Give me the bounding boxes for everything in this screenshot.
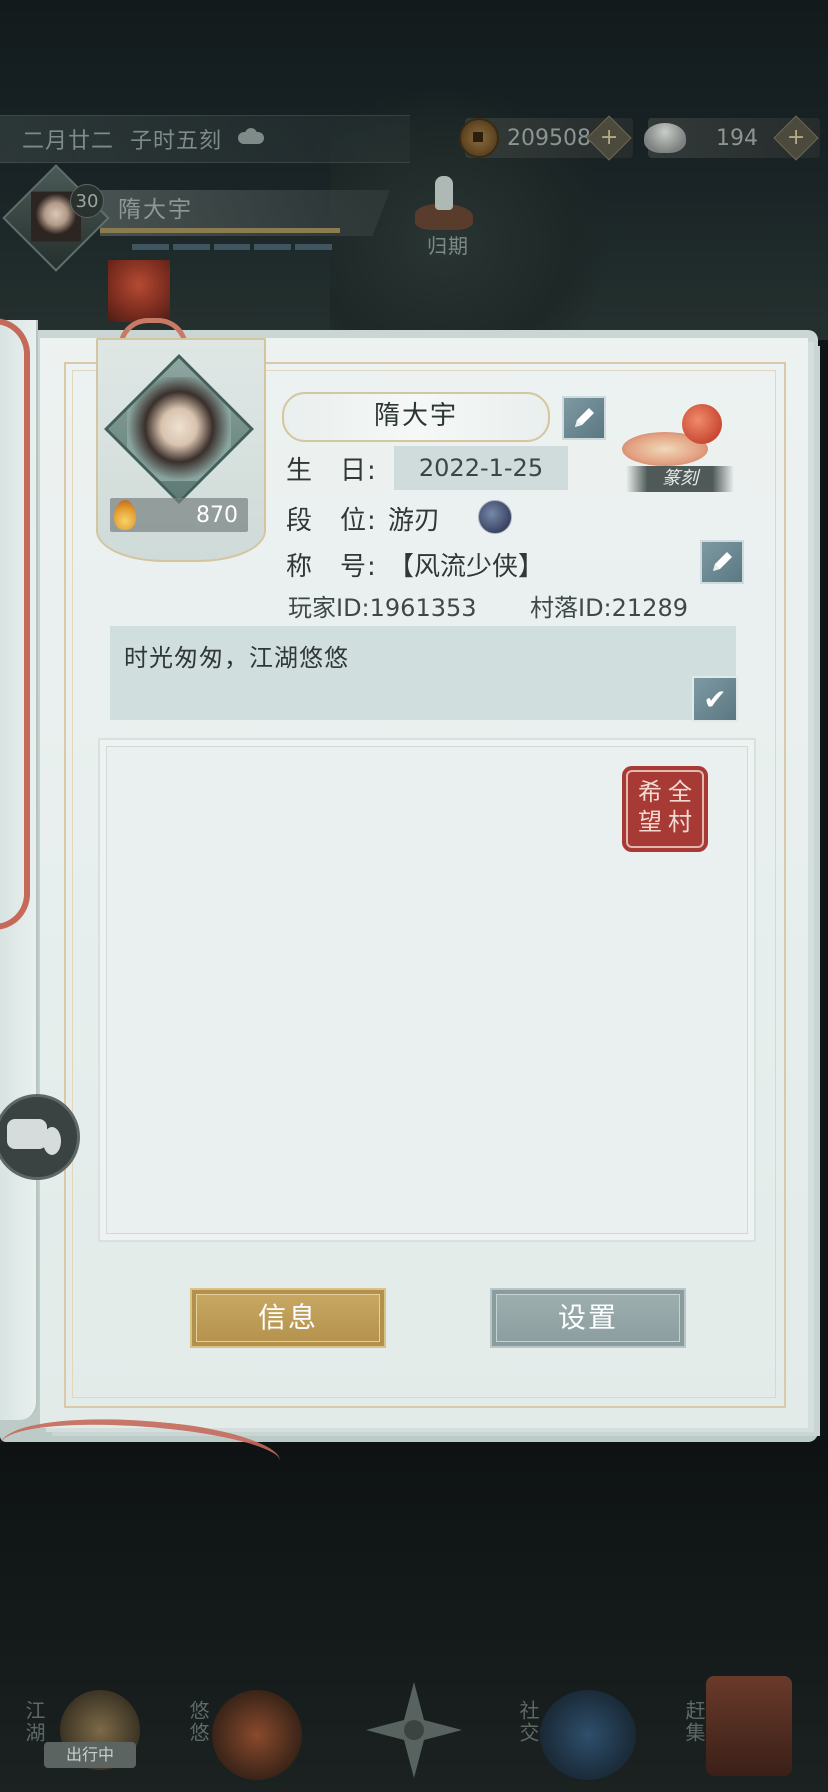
game-time: 子时五刻 — [130, 129, 223, 154]
confirm-signature-button[interactable]: ✔ — [692, 676, 738, 722]
signature-text: 时光匆匆，江湖悠悠 — [124, 644, 349, 672]
title-label: 称 号: — [286, 552, 377, 582]
nav-ganji[interactable]: 赶集 — [680, 1700, 709, 1744]
player-exp-bar — [100, 228, 340, 233]
nav-jianghu[interactable]: 江湖 — [20, 1700, 49, 1744]
time-weather-bar: 二月廿二 子时五刻 — [0, 115, 410, 163]
silver-value: 194 — [716, 125, 758, 151]
silver-counter: 194 + — [644, 115, 820, 161]
compass-star-icon[interactable] — [364, 1680, 464, 1780]
crane-nav-icon[interactable] — [212, 1690, 302, 1780]
portrait-face — [127, 377, 231, 481]
copper-coin-icon — [459, 118, 499, 158]
pencil-icon — [575, 408, 594, 427]
player-energy-segments — [132, 244, 332, 250]
player-id: 玩家ID:1961353 — [288, 594, 477, 622]
bookmark-ribbon — [0, 318, 30, 930]
seal-stone-icon — [682, 404, 722, 444]
profile-name: 隋大宇 — [282, 392, 550, 442]
birthday-label: 生 日: — [286, 456, 377, 486]
title-value: 【风流少侠】 — [388, 552, 545, 582]
fire-icon — [108, 494, 142, 532]
rank-emblem-icon[interactable] — [478, 500, 512, 534]
player-name: 隋大宇 — [118, 197, 193, 223]
add-copper-button[interactable]: + — [586, 115, 632, 161]
nav-youyou[interactable]: 悠悠 — [184, 1700, 213, 1744]
traveling-status: 出行中 — [44, 1742, 136, 1768]
cloud-icon — [236, 128, 266, 150]
popularity-value: 870 — [196, 503, 238, 528]
travel-label: 归期 — [427, 234, 469, 258]
village-id: 村落ID:21289 — [530, 594, 688, 622]
silver-ingot-icon — [644, 123, 686, 153]
wave-nav-icon[interactable] — [540, 1690, 636, 1780]
rank-label: 段 位: — [286, 506, 377, 536]
lunar-date: 二月廿二 — [22, 129, 115, 154]
add-silver-button[interactable]: + — [773, 115, 819, 161]
nav-shejiao[interactable]: 社交 — [514, 1700, 543, 1744]
player-level-badge: 30 — [70, 184, 104, 218]
tab-info[interactable]: 信息 — [190, 1288, 386, 1348]
seal-carving-label: 篆刻 — [626, 466, 734, 492]
red-seal-stamp: 全 村 希 望 — [622, 766, 708, 852]
tab-settings[interactable]: 设置 — [490, 1288, 686, 1348]
sunrise-horse-icon[interactable] — [108, 260, 170, 322]
copper-coin-value: 209508 — [507, 125, 591, 151]
chat-bubble-icon — [7, 1119, 47, 1149]
rank-value: 游刃 — [388, 506, 441, 536]
market-basket-icon[interactable] — [706, 1676, 792, 1776]
edit-title-button[interactable] — [700, 540, 744, 584]
pencil-icon — [713, 552, 732, 571]
birthday-value: 2022-1-25 — [394, 446, 568, 490]
edit-name-button[interactable] — [562, 396, 606, 440]
copper-coin-counter: 209508 + — [459, 115, 633, 161]
checkmark-icon: ✔ — [703, 682, 727, 716]
gourd-icon — [43, 1127, 61, 1155]
